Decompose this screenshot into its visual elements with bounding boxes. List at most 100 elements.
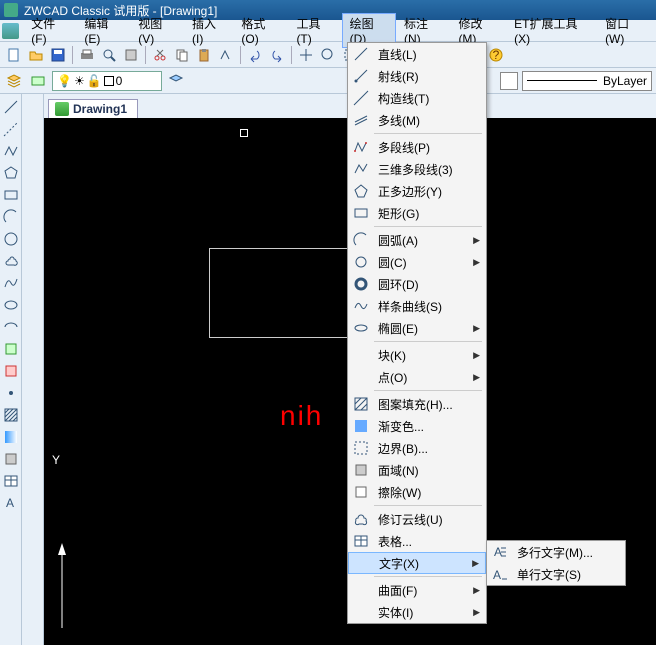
help-button[interactable]: ? [486,45,506,65]
mtext-tool[interactable]: A [2,494,20,512]
point-tool[interactable] [2,384,20,402]
menu-0[interactable]: 文件(F) [23,13,76,48]
revcloud-tool[interactable] [2,252,20,270]
cursor-pickbox-icon [240,129,248,137]
dwg-icon [55,102,69,116]
menu-item-solid[interactable]: 实体(I)▶ [348,601,486,623]
hatch-tool[interactable] [2,406,20,424]
spline-tool[interactable] [2,274,20,292]
menu-item-gradient[interactable]: 渐变色... [348,415,486,437]
menu-separator [374,576,482,577]
menu-item-donut[interactable]: 圆环(D) [348,273,486,295]
menu-item-point[interactable]: 点(O)▶ [348,366,486,388]
table-icon [352,533,370,549]
submenu-arrow-icon: ▶ [473,607,480,618]
menu-item-region[interactable]: 面域(N) [348,459,486,481]
print-button[interactable] [77,45,97,65]
text-icon [353,555,371,571]
ellipse-arc-tool[interactable] [2,318,20,336]
circle-tool[interactable] [2,230,20,248]
menu-5[interactable]: 工具(T) [288,13,341,48]
menu-label: 圆弧(A) [378,232,465,249]
tab-drawing1[interactable]: Drawing1 [48,99,138,118]
revcloud-icon [352,511,370,527]
color-control[interactable] [500,72,518,90]
undo-button[interactable] [245,45,265,65]
line-tool[interactable] [2,98,20,116]
redo-button[interactable] [267,45,287,65]
separator-icon [291,46,292,64]
menu-item-polygon[interactable]: 正多边形(Y) [348,180,486,202]
menu-item-line[interactable]: 直线(L) [348,43,486,65]
app-icon [2,23,19,39]
layer-name: 0 [116,74,123,88]
polygon-tool[interactable] [2,164,20,182]
layer-state-button[interactable] [28,71,48,91]
menu-4[interactable]: 格式(O) [233,13,288,48]
linetype-label: ByLayer [603,74,647,88]
ellipse-icon [352,320,370,336]
menu-10[interactable]: 窗口(W) [597,13,654,48]
table-tool[interactable] [2,472,20,490]
menu-item-spline[interactable]: 样条曲线(S) [348,295,486,317]
menu-item-hatch[interactable]: 图案填充(H)... [348,393,486,415]
submenu-arrow-icon: ▶ [473,323,480,334]
menu-item-3dpoly[interactable]: 三维多段线(3) [348,158,486,180]
ellipse-tool[interactable] [2,296,20,314]
menu-item-xline[interactable]: 构造线(T) [348,87,486,109]
line-preview-icon [527,80,597,81]
menu-separator [374,390,482,391]
layer-prev-button[interactable] [166,71,186,91]
menu-item-rect[interactable]: 矩形(G) [348,202,486,224]
region-tool[interactable] [2,450,20,468]
pan-button[interactable] [296,45,316,65]
bulb-icon: 💡 [57,74,72,88]
menu-1[interactable]: 编辑(E) [76,13,130,48]
preview-button[interactable] [99,45,119,65]
rect-tool[interactable] [2,186,20,204]
tab-label: Drawing1 [73,102,127,116]
ucs-y-label: Y [52,453,60,467]
menu-item-mline[interactable]: 多线(M) [348,109,486,131]
menu-item-block[interactable]: 块(K)▶ [348,344,486,366]
menu-item-surface[interactable]: 曲面(F)▶ [348,579,486,601]
menu-3[interactable]: 插入(I) [184,13,233,48]
menu-item-boundary[interactable]: 边界(B)... [348,437,486,459]
draw-toolbar: A [0,94,22,645]
layer-props-button[interactable] [4,71,24,91]
menu-item-wipeout[interactable]: 擦除(W) [348,481,486,503]
menu-item-table[interactable]: 表格... [348,530,486,552]
menu-item-ray[interactable]: 射线(R) [348,65,486,87]
insert-tool[interactable] [2,340,20,358]
3dpoly-icon [352,161,370,177]
pline-tool[interactable] [2,142,20,160]
menu-item-revcloud[interactable]: 修订云线(U) [348,508,486,530]
publish-button[interactable] [121,45,141,65]
save-button[interactable] [48,45,68,65]
copy-button[interactable] [172,45,192,65]
cut-button[interactable] [150,45,170,65]
layer-combo[interactable]: 💡 ☀ 🔓 0 [52,71,162,91]
new-button[interactable] [4,45,24,65]
menu-2[interactable]: 视图(V) [130,13,184,48]
match-button[interactable] [216,45,236,65]
menu-item-arc[interactable]: 圆弧(A)▶ [348,229,486,251]
gradient-tool[interactable] [2,428,20,446]
block-tool[interactable] [2,362,20,380]
paste-button[interactable] [194,45,214,65]
menu-item-circle[interactable]: 圆(C)▶ [348,251,486,273]
submenu-item-mtext[interactable]: A多行文字(M)... [487,541,625,563]
xline-tool[interactable] [2,120,20,138]
menu-9[interactable]: ET扩展工具(X) [506,13,597,48]
arc-tool[interactable] [2,208,20,226]
pline-icon [352,139,370,155]
menu-item-ellipse[interactable]: 椭圆(E) ▶ [348,317,486,339]
separator-icon [145,46,146,64]
menu-label: 椭圆(E) [378,320,465,337]
linetype-combo[interactable]: ByLayer [522,71,652,91]
menu-item-text[interactable]: 文字(X)▶ [348,552,486,574]
menu-item-pline[interactable]: 多段线(P) [348,136,486,158]
zoom-button[interactable] [318,45,338,65]
submenu-item-dtext[interactable]: A单行文字(S) [487,563,625,585]
open-button[interactable] [26,45,46,65]
